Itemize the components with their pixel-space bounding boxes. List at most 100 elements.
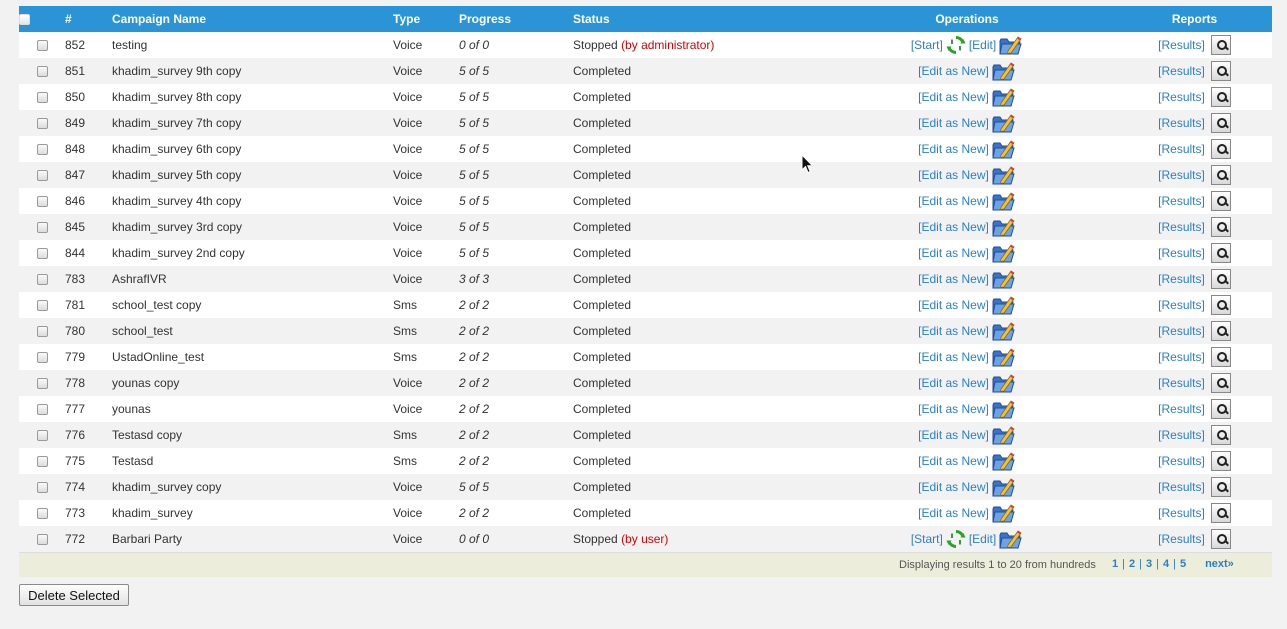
magnifier-report-icon[interactable] xyxy=(1210,217,1231,237)
magnifier-report-icon[interactable] xyxy=(1210,373,1231,393)
page-link-4[interactable]: 4 xyxy=(1163,558,1169,570)
results-link[interactable]: [Results] xyxy=(1158,38,1205,52)
row-checkbox[interactable] xyxy=(36,274,48,286)
results-link[interactable]: [Results] xyxy=(1158,506,1205,520)
row-checkbox[interactable] xyxy=(36,144,48,156)
magnifier-report-icon[interactable] xyxy=(1210,113,1231,133)
edit-as-new-link[interactable]: [Edit as New] xyxy=(918,428,989,442)
folder-edit-icon[interactable] xyxy=(992,502,1016,524)
edit-as-new-link[interactable]: [Edit as New] xyxy=(918,350,989,364)
results-link[interactable]: [Results] xyxy=(1158,272,1205,286)
edit-as-new-link[interactable]: [Edit as New] xyxy=(918,142,989,156)
magnifier-report-icon[interactable] xyxy=(1210,425,1231,445)
row-checkbox[interactable] xyxy=(36,456,48,468)
edit-as-new-link[interactable]: [Edit as New] xyxy=(918,402,989,416)
refresh-icon[interactable] xyxy=(946,35,966,55)
row-checkbox[interactable] xyxy=(36,534,48,546)
magnifier-report-icon[interactable] xyxy=(1210,139,1231,159)
folder-edit-icon[interactable] xyxy=(992,190,1016,212)
page-link-1[interactable]: 1 xyxy=(1112,558,1118,570)
header-progress[interactable]: Progress xyxy=(459,6,573,32)
folder-edit-icon[interactable] xyxy=(992,138,1016,160)
edit-as-new-link[interactable]: [Edit as New] xyxy=(918,194,989,208)
edit-as-new-link[interactable]: [Edit as New] xyxy=(918,324,989,338)
row-checkbox[interactable] xyxy=(36,170,48,182)
magnifier-report-icon[interactable] xyxy=(1210,529,1231,549)
folder-edit-icon[interactable] xyxy=(999,34,1023,56)
folder-edit-icon[interactable] xyxy=(992,60,1016,82)
results-link[interactable]: [Results] xyxy=(1158,402,1205,416)
magnifier-report-icon[interactable] xyxy=(1210,191,1231,211)
results-link[interactable]: [Results] xyxy=(1158,480,1205,494)
magnifier-report-icon[interactable] xyxy=(1210,347,1231,367)
folder-edit-icon[interactable] xyxy=(992,372,1016,394)
row-checkbox[interactable] xyxy=(36,378,48,390)
folder-edit-icon[interactable] xyxy=(992,268,1016,290)
start-link[interactable]: [Start] xyxy=(911,532,943,546)
results-link[interactable]: [Results] xyxy=(1158,532,1205,546)
edit-as-new-link[interactable]: [Edit as New] xyxy=(918,246,989,260)
next-page-link[interactable]: next» xyxy=(1205,558,1234,570)
select-all-checkbox[interactable] xyxy=(19,14,30,26)
row-checkbox[interactable] xyxy=(36,300,48,312)
start-link[interactable]: [Start] xyxy=(911,38,943,52)
row-checkbox[interactable] xyxy=(36,222,48,234)
results-link[interactable]: [Results] xyxy=(1158,90,1205,104)
row-checkbox[interactable] xyxy=(36,118,48,130)
magnifier-report-icon[interactable] xyxy=(1210,451,1231,471)
header-campaign-name[interactable]: Campaign Name xyxy=(112,6,393,32)
folder-edit-icon[interactable] xyxy=(992,242,1016,264)
edit-as-new-link[interactable]: [Edit as New] xyxy=(918,298,989,312)
results-link[interactable]: [Results] xyxy=(1158,298,1205,312)
header-status[interactable]: Status xyxy=(573,6,817,32)
folder-edit-icon[interactable] xyxy=(992,164,1016,186)
magnifier-report-icon[interactable] xyxy=(1210,35,1231,55)
results-link[interactable]: [Results] xyxy=(1158,142,1205,156)
results-link[interactable]: [Results] xyxy=(1158,428,1205,442)
page-link-5[interactable]: 5 xyxy=(1180,558,1186,570)
edit-link[interactable]: [Edit] xyxy=(969,38,996,52)
magnifier-report-icon[interactable] xyxy=(1210,477,1231,497)
row-checkbox[interactable] xyxy=(36,352,48,364)
row-checkbox[interactable] xyxy=(36,196,48,208)
edit-as-new-link[interactable]: [Edit as New] xyxy=(918,272,989,286)
magnifier-report-icon[interactable] xyxy=(1210,321,1231,341)
page-link-2[interactable]: 2 xyxy=(1129,558,1135,570)
magnifier-report-icon[interactable] xyxy=(1210,61,1231,81)
edit-as-new-link[interactable]: [Edit as New] xyxy=(918,64,989,78)
magnifier-report-icon[interactable] xyxy=(1210,295,1231,315)
results-link[interactable]: [Results] xyxy=(1158,324,1205,338)
header-number[interactable]: # xyxy=(65,6,112,32)
header-type[interactable]: Type xyxy=(393,6,459,32)
folder-edit-icon[interactable] xyxy=(992,424,1016,446)
row-checkbox[interactable] xyxy=(36,326,48,338)
results-link[interactable]: [Results] xyxy=(1158,246,1205,260)
magnifier-report-icon[interactable] xyxy=(1210,503,1231,523)
magnifier-report-icon[interactable] xyxy=(1210,399,1231,419)
folder-edit-icon[interactable] xyxy=(992,476,1016,498)
row-checkbox[interactable] xyxy=(36,430,48,442)
results-link[interactable]: [Results] xyxy=(1158,168,1205,182)
edit-as-new-link[interactable]: [Edit as New] xyxy=(918,116,989,130)
folder-edit-icon[interactable] xyxy=(992,320,1016,342)
edit-as-new-link[interactable]: [Edit as New] xyxy=(918,376,989,390)
folder-edit-icon[interactable] xyxy=(992,112,1016,134)
edit-as-new-link[interactable]: [Edit as New] xyxy=(918,506,989,520)
magnifier-report-icon[interactable] xyxy=(1210,243,1231,263)
refresh-icon[interactable] xyxy=(946,529,966,549)
edit-as-new-link[interactable]: [Edit as New] xyxy=(918,454,989,468)
edit-as-new-link[interactable]: [Edit as New] xyxy=(918,168,989,182)
edit-as-new-link[interactable]: [Edit as New] xyxy=(918,90,989,104)
edit-as-new-link[interactable]: [Edit as New] xyxy=(918,480,989,494)
folder-edit-icon[interactable] xyxy=(992,294,1016,316)
folder-edit-icon[interactable] xyxy=(992,450,1016,472)
magnifier-report-icon[interactable] xyxy=(1210,165,1231,185)
edit-link[interactable]: [Edit] xyxy=(969,532,996,546)
results-link[interactable]: [Results] xyxy=(1158,350,1205,364)
magnifier-report-icon[interactable] xyxy=(1210,87,1231,107)
results-link[interactable]: [Results] xyxy=(1158,220,1205,234)
results-link[interactable]: [Results] xyxy=(1158,64,1205,78)
results-link[interactable]: [Results] xyxy=(1158,454,1205,468)
folder-edit-icon[interactable] xyxy=(992,346,1016,368)
row-checkbox[interactable] xyxy=(36,248,48,260)
